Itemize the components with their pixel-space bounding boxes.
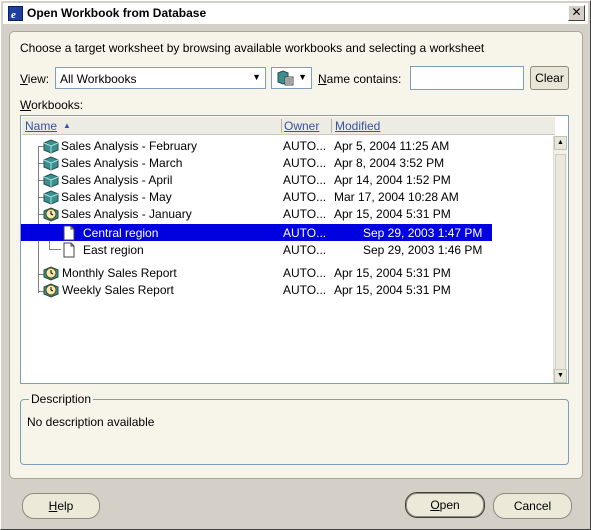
- row-owner: AUTO...: [283, 243, 327, 257]
- column-divider: [331, 119, 332, 133]
- description-text: No description available: [27, 415, 155, 429]
- row-owner: AUTO...: [283, 139, 327, 153]
- tree-row[interactable]: Monthly Sales Report AUTO... Apr 15, 200…: [21, 264, 554, 281]
- tree-row[interactable]: Sales Analysis - January AUTO... Apr 15,…: [21, 205, 554, 222]
- tree-row[interactable]: Sales Analysis - April AUTO... Apr 14, 2…: [21, 171, 554, 188]
- tree-row[interactable]: Sales Analysis - February AUTO... Apr 5,…: [21, 137, 554, 154]
- tree-row[interactable]: East region AUTO... Sep 29, 2003 1:46 PM: [21, 241, 554, 258]
- row-modified: Apr 14, 2004 1:52 PM: [334, 173, 451, 187]
- row-owner: AUTO...: [283, 190, 327, 204]
- row-name: Sales Analysis - April: [61, 173, 173, 187]
- scroll-thumb[interactable]: [555, 154, 566, 374]
- scheduled-workbook-icon: [43, 207, 59, 222]
- row-owner: AUTO...: [283, 283, 327, 297]
- workbook-filter-icon: [277, 70, 294, 86]
- row-modified: Apr 8, 2004 3:52 PM: [334, 156, 445, 170]
- chevron-down-icon: ▼: [252, 72, 261, 82]
- close-icon: ✕: [571, 5, 582, 19]
- help-button[interactable]: Help: [22, 493, 100, 519]
- scroll-down-button[interactable]: ▼: [554, 369, 567, 383]
- row-modified: Sep 29, 2003 1:46 PM: [363, 243, 483, 257]
- svg-text:e: e: [11, 9, 16, 21]
- workbook-icon: [43, 156, 59, 171]
- clear-button[interactable]: Clear: [530, 66, 569, 90]
- column-header-owner[interactable]: Owner: [284, 119, 319, 133]
- view-label: View:: [20, 72, 50, 86]
- row-owner: AUTO...: [283, 173, 327, 187]
- row-modified: Apr 5, 2004 11:25 AM: [334, 139, 450, 153]
- tree-row[interactable]: Weekly Sales Report AUTO... Apr 15, 2004…: [21, 281, 554, 298]
- app-icon: e: [8, 6, 23, 21]
- dialog-window: e Open Workbook from Database ✕ Choose a…: [0, 0, 591, 530]
- scroll-up-button[interactable]: ▲: [554, 136, 567, 150]
- chevron-up-icon: ▲: [557, 139, 564, 146]
- open-button[interactable]: Open: [405, 492, 485, 518]
- column-divider: [281, 119, 282, 133]
- row-modified: Apr 15, 2004 5:31 PM: [334, 283, 451, 297]
- row-name: Sales Analysis - March: [61, 156, 183, 170]
- tree-header: Name ▲ Owner Modified: [22, 117, 555, 135]
- view-select[interactable]: All Workbooks ▼: [55, 67, 266, 89]
- tree-scrollbar[interactable]: ▲ ▼: [553, 136, 567, 383]
- row-name: Sales Analysis - February: [61, 139, 198, 153]
- description-legend: Description: [29, 392, 94, 406]
- row-owner: AUTO...: [283, 226, 327, 240]
- chevron-down-icon: ▼: [298, 72, 307, 82]
- cancel-button[interactable]: Cancel: [493, 493, 572, 519]
- workbooks-label: Workbooks:: [20, 98, 84, 112]
- instructions-text: Choose a target worksheet by browsing av…: [20, 41, 485, 55]
- name-contains-label: Name contains:: [318, 72, 402, 86]
- row-name: East region: [83, 243, 144, 257]
- name-contains-input[interactable]: [410, 66, 524, 90]
- scheduled-workbook-icon: [43, 266, 59, 281]
- row-modified: Mar 17, 2004 10:28 AM: [334, 190, 459, 204]
- row-name: Sales Analysis - May: [61, 190, 172, 204]
- row-name: Monthly Sales Report: [62, 266, 177, 280]
- column-header-name[interactable]: Name: [25, 119, 57, 133]
- scheduled-workbook-icon: [43, 283, 59, 298]
- row-name: Weekly Sales Report: [62, 283, 174, 297]
- worksheet-icon: [63, 242, 75, 258]
- title-bar: e Open Workbook from Database ✕: [3, 3, 588, 24]
- row-owner: AUTO...: [283, 156, 327, 170]
- row-name: Sales Analysis - January: [61, 207, 192, 221]
- row-modified: Apr 15, 2004 5:31 PM: [334, 266, 451, 280]
- row-name: Central region: [83, 226, 159, 240]
- sort-ascending-icon: ▲: [63, 121, 71, 130]
- row-modified: Sep 29, 2003 1:47 PM: [363, 226, 483, 240]
- view-select-value: All Workbooks: [60, 72, 137, 86]
- row-modified: Apr 15, 2004 5:31 PM: [334, 207, 451, 221]
- window-title: Open Workbook from Database: [27, 6, 207, 20]
- object-type-dropdown[interactable]: ▼: [271, 67, 312, 89]
- workbook-icon: [43, 139, 59, 154]
- row-owner: AUTO...: [283, 266, 327, 280]
- worksheet-icon: [63, 225, 75, 241]
- workbook-icon: [43, 173, 59, 188]
- chevron-down-icon: ▼: [557, 372, 564, 379]
- tree-row[interactable]: Sales Analysis - March AUTO... Apr 8, 20…: [21, 154, 554, 171]
- tree-row[interactable]: Sales Analysis - May AUTO... Mar 17, 200…: [21, 188, 554, 205]
- workbook-icon: [43, 190, 59, 205]
- tree-row-selected[interactable]: Central region AUTO... Sep 29, 2003 1:47…: [21, 224, 492, 241]
- row-owner: AUTO...: [283, 207, 327, 221]
- description-group: [20, 399, 569, 465]
- column-header-modified[interactable]: Modified: [335, 119, 380, 133]
- workbook-tree[interactable]: Name ▲ Owner Modified Sales Analysis - F…: [20, 115, 569, 384]
- close-button[interactable]: ✕: [568, 5, 585, 21]
